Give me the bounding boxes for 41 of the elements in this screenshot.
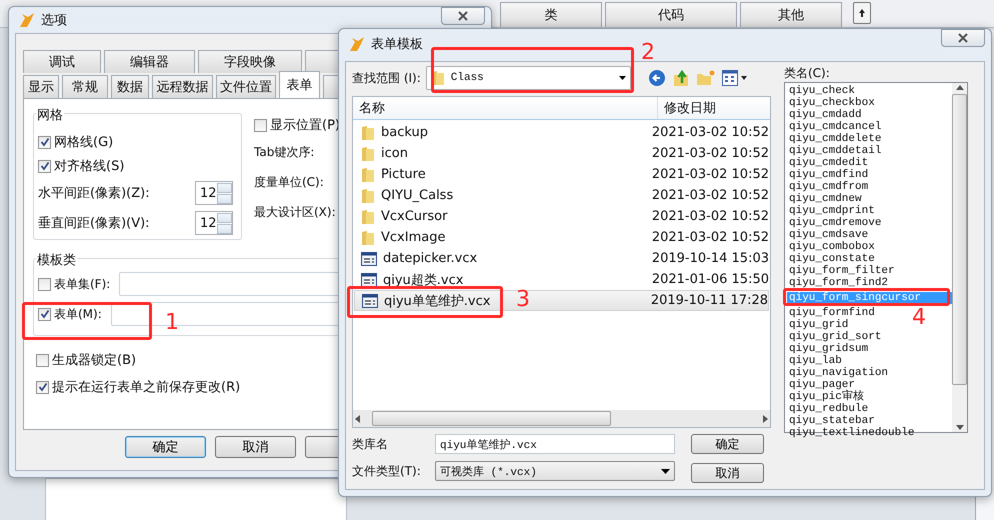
- file-date: 2021-03-02 10:52: [650, 146, 769, 161]
- file-name: icon: [381, 146, 408, 161]
- file-date: 2021-01-06 15:50: [650, 272, 769, 287]
- checkbox-label: 表单(M):: [54, 306, 102, 322]
- file-name: backup: [381, 125, 428, 140]
- file-name: datepicker.vcx: [383, 251, 478, 266]
- file-name: VcxCursor: [381, 209, 448, 224]
- field-label: Tab键次序:: [254, 144, 314, 160]
- annotation-number: 3: [516, 287, 530, 312]
- annotation-number: 1: [165, 310, 179, 335]
- file-date: 2021-03-02 10:52: [650, 125, 769, 140]
- window-title: 选项: [41, 12, 67, 29]
- file-date: 2021-03-02 10:52: [650, 167, 769, 182]
- group-title: 网格: [36, 106, 64, 124]
- checkbox-label: 网格线(G): [54, 134, 114, 151]
- file-name: qiyu超类.vcx: [383, 272, 464, 288]
- file-name: Picture: [381, 167, 426, 182]
- checkbox-label: 提示在运行表单之前保存更改(R): [52, 379, 240, 396]
- field-label: 查找范围 (I):: [352, 70, 421, 86]
- field-label: 类库名: [352, 436, 389, 452]
- file-date: 2021-03-02 10:52: [650, 209, 769, 224]
- annotation-number: 2: [641, 40, 655, 65]
- field-label: 类名(C):: [784, 65, 831, 82]
- field-label: 最大设计区(X):: [254, 204, 336, 220]
- field-label: 垂直间距(像素)(V):: [38, 215, 150, 232]
- file-date: 2021-03-02 10:52: [650, 230, 769, 245]
- window-title: 表单模板: [371, 36, 423, 53]
- checkbox-label: 生成器锁定(B): [52, 352, 136, 369]
- checkbox-label: 对齐格线(S): [54, 158, 124, 175]
- field-label: 度量单位(C):: [254, 174, 324, 190]
- file-name: QIYU_Calss: [381, 188, 454, 203]
- annotation-number: 4: [912, 305, 926, 330]
- field-label: 文件类型(T):: [352, 462, 422, 480]
- field-label: 水平间距(像素)(Z):: [38, 185, 150, 202]
- checkbox-label: 表单集(F):: [54, 276, 110, 292]
- group-title: 模板类: [36, 251, 77, 269]
- file-name: qiyu单笔维护.vcx: [384, 292, 490, 310]
- file-name: VcxImage: [381, 230, 446, 245]
- file-date: 2019-10-11 17:28: [650, 293, 768, 308]
- file-date: 2021-03-02 10:52: [650, 188, 769, 203]
- file-date: 2019-10-14 15:03: [650, 251, 769, 266]
